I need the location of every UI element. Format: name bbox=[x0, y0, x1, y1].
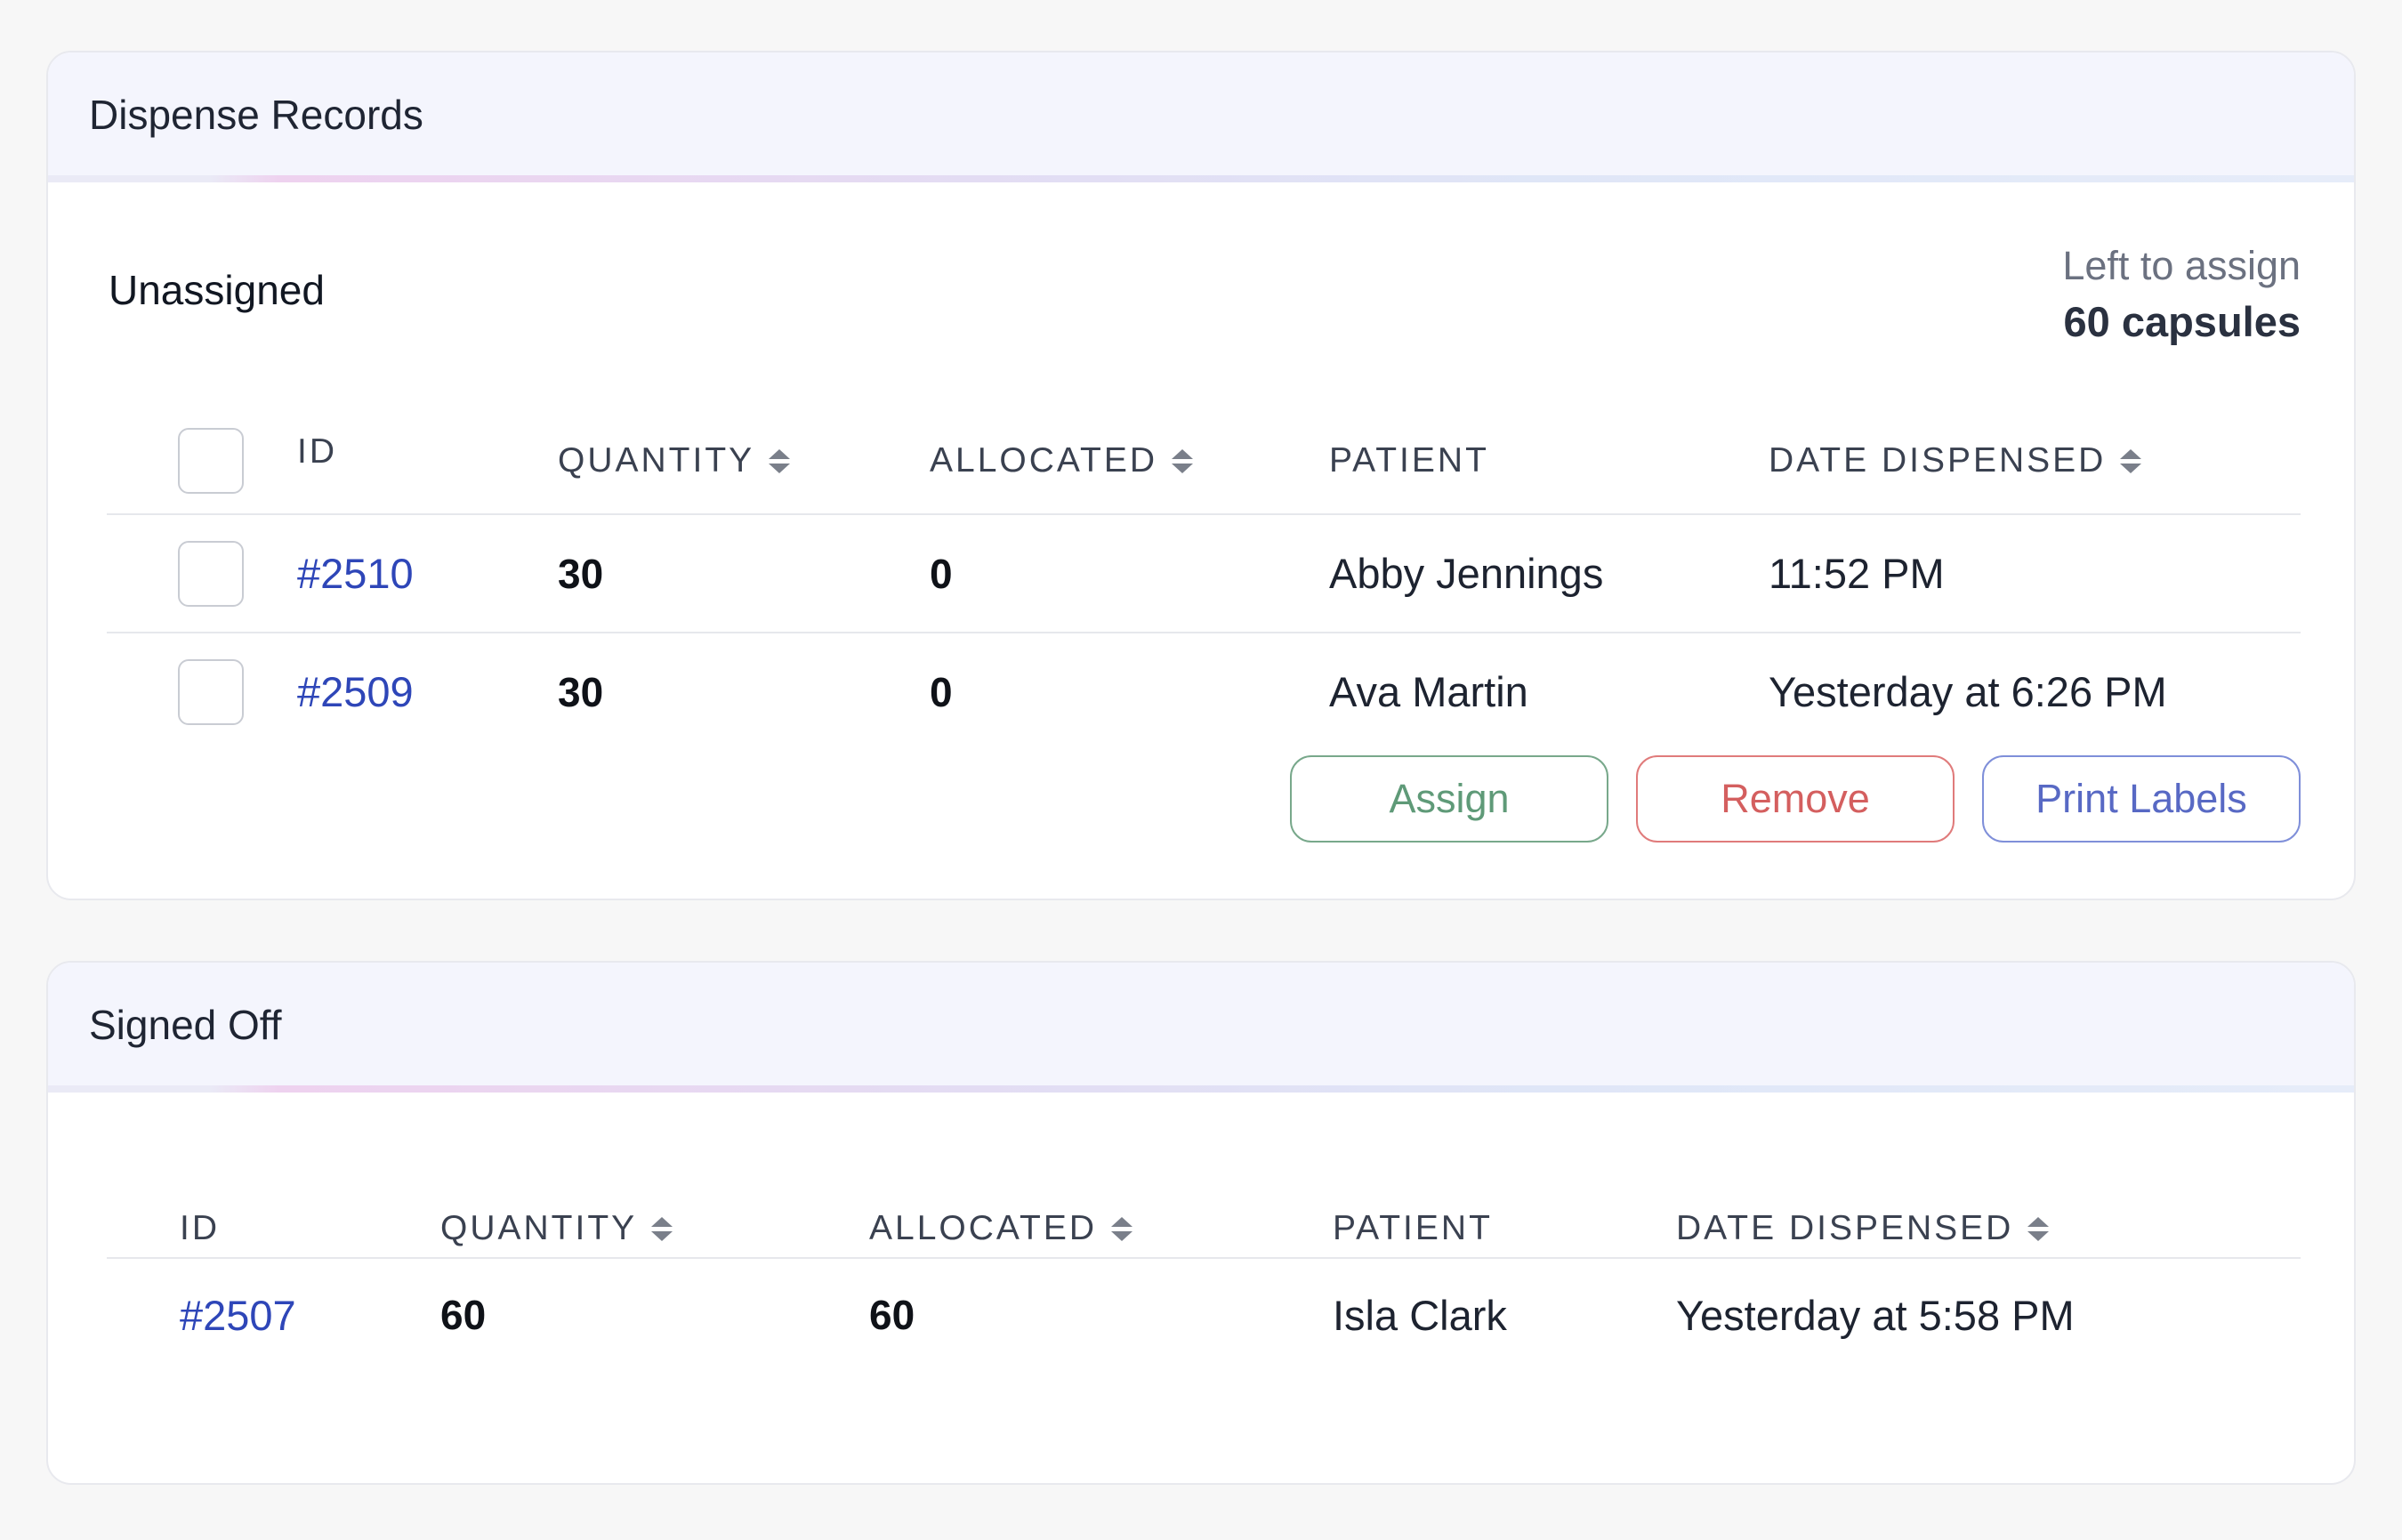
patient-name: Isla Clark bbox=[1333, 1291, 1507, 1339]
column-header-date-dispensed-label: DATE DISPENSED bbox=[1676, 1209, 2014, 1247]
allocated-value: 0 bbox=[930, 668, 953, 715]
column-header-quantity-label: QUANTITY bbox=[440, 1209, 638, 1247]
allocated-value: 0 bbox=[930, 550, 953, 597]
sort-arrows-icon[interactable] bbox=[2027, 1216, 2050, 1241]
record-id-link[interactable]: #2509 bbox=[297, 633, 414, 750]
column-header-allocated-label: ALLOCATED bbox=[930, 441, 1158, 480]
column-header-patient: PATIENT bbox=[1329, 441, 1489, 480]
dispense-records-card: Dispense Records Unassigned Left to assi… bbox=[46, 51, 2356, 900]
row-checkbox[interactable] bbox=[178, 658, 244, 725]
sort-arrows-icon[interactable] bbox=[651, 1216, 673, 1241]
patient-name: Ava Martin bbox=[1329, 668, 1528, 715]
column-header-allocated-label: ALLOCATED bbox=[869, 1209, 1098, 1247]
sort-arrows-icon[interactable] bbox=[1111, 1216, 1133, 1241]
sort-arrows-icon[interactable] bbox=[2120, 448, 2142, 473]
table-header-row: ID QUANTITY ALLOCATED PATIENT DATE DISPE… bbox=[107, 408, 2301, 513]
select-all-cell bbox=[178, 408, 244, 513]
table-row[interactable]: #2510 30 0 Abby Jennings 11:52 PM bbox=[107, 513, 2301, 632]
remove-button[interactable]: Remove bbox=[1636, 755, 1955, 843]
signed-off-card: Signed Off ID QUANTITY ALLOCATED PATIENT… bbox=[46, 961, 2356, 1485]
unassigned-table: ID QUANTITY ALLOCATED PATIENT DATE DISPE… bbox=[107, 52, 2301, 899]
date-dispensed: 11:52 PM bbox=[1769, 550, 1945, 597]
row-checkbox-cell bbox=[178, 515, 244, 632]
column-header-date-dispensed-label: DATE DISPENSED bbox=[1769, 441, 2107, 480]
date-dispensed: Yesterday at 6:26 PM bbox=[1769, 668, 2167, 715]
column-header-id: ID bbox=[297, 432, 337, 471]
table-row[interactable]: #2507 60 60 Isla Clark Yesterday at 5:58… bbox=[107, 1257, 2301, 1371]
record-id-link[interactable]: #2510 bbox=[297, 515, 414, 632]
column-header-quantity[interactable]: QUANTITY bbox=[558, 408, 791, 513]
assign-button[interactable]: Assign bbox=[1290, 755, 1608, 843]
quantity-value: 60 bbox=[440, 1292, 487, 1338]
select-all-checkbox[interactable] bbox=[178, 428, 244, 494]
column-header-allocated[interactable]: ALLOCATED bbox=[930, 408, 1194, 513]
quantity-value: 30 bbox=[558, 550, 604, 597]
record-id-link[interactable]: #2507 bbox=[180, 1259, 296, 1371]
column-header-quantity-label: QUANTITY bbox=[558, 441, 755, 480]
table-row[interactable]: #2509 30 0 Ava Martin Yesterday at 6:26 … bbox=[107, 632, 2301, 750]
row-checkbox-cell bbox=[178, 633, 244, 750]
sort-arrows-icon[interactable] bbox=[1172, 448, 1194, 473]
quantity-value: 30 bbox=[558, 668, 604, 715]
date-dispensed: Yesterday at 5:58 PM bbox=[1676, 1291, 2075, 1339]
signed-off-table: ID QUANTITY ALLOCATED PATIENT DATE DISPE… bbox=[107, 963, 2301, 1483]
column-header-date-dispensed[interactable]: DATE DISPENSED bbox=[1769, 408, 2142, 513]
patient-name: Abby Jennings bbox=[1329, 550, 1604, 597]
allocated-value: 60 bbox=[869, 1292, 915, 1338]
print-labels-button[interactable]: Print Labels bbox=[1982, 755, 2301, 843]
row-checkbox[interactable] bbox=[178, 540, 244, 607]
sort-arrows-icon[interactable] bbox=[769, 448, 791, 473]
